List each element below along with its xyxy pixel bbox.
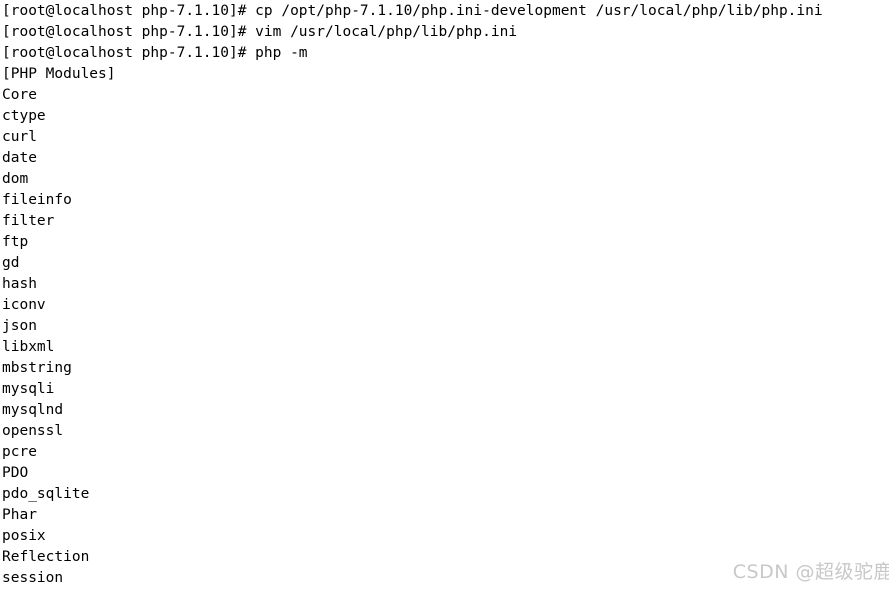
terminal-line: pdo_sqlite <box>2 486 90 502</box>
terminal-line: PDO <box>2 465 29 481</box>
terminal-output: [root@localhost php-7.1.10]# cp /opt/php… <box>2 1 889 589</box>
terminal-line: dom <box>2 171 29 187</box>
terminal-window[interactable]: [root@localhost php-7.1.10]# cp /opt/php… <box>0 0 889 590</box>
terminal-line: [root@localhost php-7.1.10]# cp /opt/php… <box>2 3 823 19</box>
terminal-line: mbstring <box>2 360 72 376</box>
terminal-line: iconv <box>2 297 46 313</box>
terminal-line: openssl <box>2 423 64 439</box>
terminal-line: posix <box>2 528 46 544</box>
terminal-line: gd <box>2 255 20 271</box>
terminal-line: curl <box>2 129 37 145</box>
terminal-line: fileinfo <box>2 192 72 208</box>
csdn-watermark: CSDN @超级驼鹿 <box>732 561 889 583</box>
terminal-line: filter <box>2 213 55 229</box>
terminal-line: [PHP Modules] <box>2 66 116 82</box>
terminal-line: hash <box>2 276 37 292</box>
terminal-line: Core <box>2 87 37 103</box>
terminal-line: ctype <box>2 108 46 124</box>
terminal-line: json <box>2 318 37 334</box>
terminal-line: pcre <box>2 444 37 460</box>
terminal-line: [root@localhost php-7.1.10]# php -m <box>2 45 308 61</box>
terminal-line: [root@localhost php-7.1.10]# vim /usr/lo… <box>2 24 518 40</box>
terminal-line: ftp <box>2 234 29 250</box>
terminal-line: date <box>2 150 37 166</box>
terminal-line: mysqlnd <box>2 402 64 418</box>
terminal-line: mysqli <box>2 381 55 397</box>
terminal-line: Phar <box>2 507 37 523</box>
terminal-line: libxml <box>2 339 55 355</box>
